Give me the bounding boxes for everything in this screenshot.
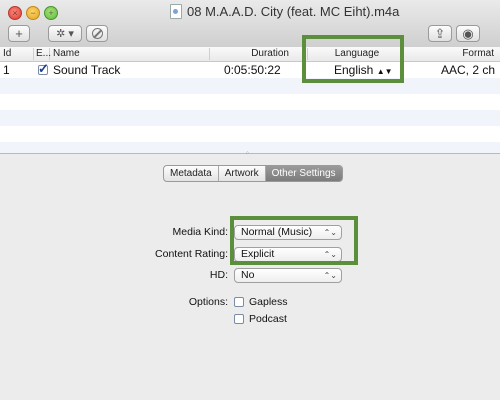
table-row[interactable]: 1 Sound Track 0:05:50:22 English ▲▼ AAC,… xyxy=(0,61,500,78)
search-metadata-button[interactable]: ◉ xyxy=(456,25,480,42)
hd-select[interactable]: No ⌃⌄ xyxy=(234,268,342,283)
table-row-empty xyxy=(0,94,500,110)
media-kind-label: Media Kind: xyxy=(172,226,228,238)
zoom-icon: + xyxy=(48,8,54,18)
action-menu-button[interactable]: ✲ ▾ xyxy=(48,25,82,42)
add-track-button[interactable]: + xyxy=(8,25,30,42)
table-row-empty xyxy=(0,142,500,153)
table-header: Id E... Name Duration Language Format xyxy=(0,47,500,62)
column-header-name[interactable]: Name xyxy=(50,48,210,60)
window-title: 08 M.A.A.D. City (feat. MC Eiht).m4a xyxy=(170,4,399,19)
hd-label: HD: xyxy=(209,269,228,281)
document-icon xyxy=(170,4,182,19)
search-icon: ◉ xyxy=(462,25,474,41)
track-format: AAC, 2 ch xyxy=(441,63,496,77)
track-id: 1 xyxy=(3,63,10,77)
column-header-enabled[interactable]: E... xyxy=(34,48,51,60)
gapless-label: Gapless xyxy=(249,296,288,308)
podcast-option[interactable]: Podcast xyxy=(234,313,287,325)
minimize-icon: − xyxy=(30,8,36,18)
podcast-checkbox[interactable] xyxy=(234,314,244,324)
content-rating-label: Content Rating: xyxy=(155,248,228,260)
track-enabled-checkbox[interactable] xyxy=(38,61,49,78)
no-entry-icon xyxy=(91,28,103,39)
share-button[interactable]: ⇪ xyxy=(428,25,452,42)
title-bar: × − + 08 M.A.A.D. City (feat. MC Eiht).m… xyxy=(0,0,500,48)
share-icon: ⇪ xyxy=(434,25,446,41)
tab-metadata[interactable]: Metadata xyxy=(164,166,219,181)
hd-value: No xyxy=(241,269,255,281)
column-header-id[interactable]: Id xyxy=(0,48,34,60)
gapless-checkbox[interactable] xyxy=(234,297,244,307)
plus-icon: + xyxy=(15,26,23,41)
close-window-button[interactable]: × xyxy=(8,6,22,20)
podcast-label: Podcast xyxy=(249,313,287,325)
gapless-option[interactable]: Gapless xyxy=(234,296,288,308)
split-divider[interactable] xyxy=(0,153,500,154)
track-name: Sound Track xyxy=(53,63,121,77)
app-window: × − + 08 M.A.A.D. City (feat. MC Eiht).m… xyxy=(0,0,500,407)
window-title-text: 08 M.A.A.D. City (feat. MC Eiht).m4a xyxy=(187,4,400,19)
remove-track-button[interactable] xyxy=(86,25,108,42)
split-grip-icon[interactable]: ◦ xyxy=(246,148,249,157)
gear-icon: ✲ ▾ xyxy=(56,28,74,40)
table-row-empty xyxy=(0,78,500,94)
media-settings-highlight-box xyxy=(230,216,358,265)
column-header-format[interactable]: Format xyxy=(404,48,500,60)
track-duration: 0:05:50:22 xyxy=(224,63,281,77)
tab-other-settings[interactable]: Other Settings xyxy=(265,166,342,181)
tab-artwork[interactable]: Artwork xyxy=(219,166,266,181)
checkbox-checked-icon xyxy=(38,61,49,77)
select-arrows-icon: ⌃⌄ xyxy=(323,271,337,280)
options-label: Options: xyxy=(188,296,228,308)
table-row-empty xyxy=(0,126,500,142)
tab-bar: Metadata Artwork Other Settings xyxy=(163,165,343,182)
table-row-empty xyxy=(0,110,500,126)
window-bottom-edge xyxy=(0,400,500,407)
tracks-table[interactable]: Id E... Name Duration Language Format 1 … xyxy=(0,47,500,153)
language-highlight-box xyxy=(302,35,404,83)
column-header-duration[interactable]: Duration xyxy=(210,48,308,60)
minimize-window-button[interactable]: − xyxy=(26,6,40,20)
close-icon: × xyxy=(12,8,18,18)
zoom-window-button[interactable]: + xyxy=(44,6,58,20)
